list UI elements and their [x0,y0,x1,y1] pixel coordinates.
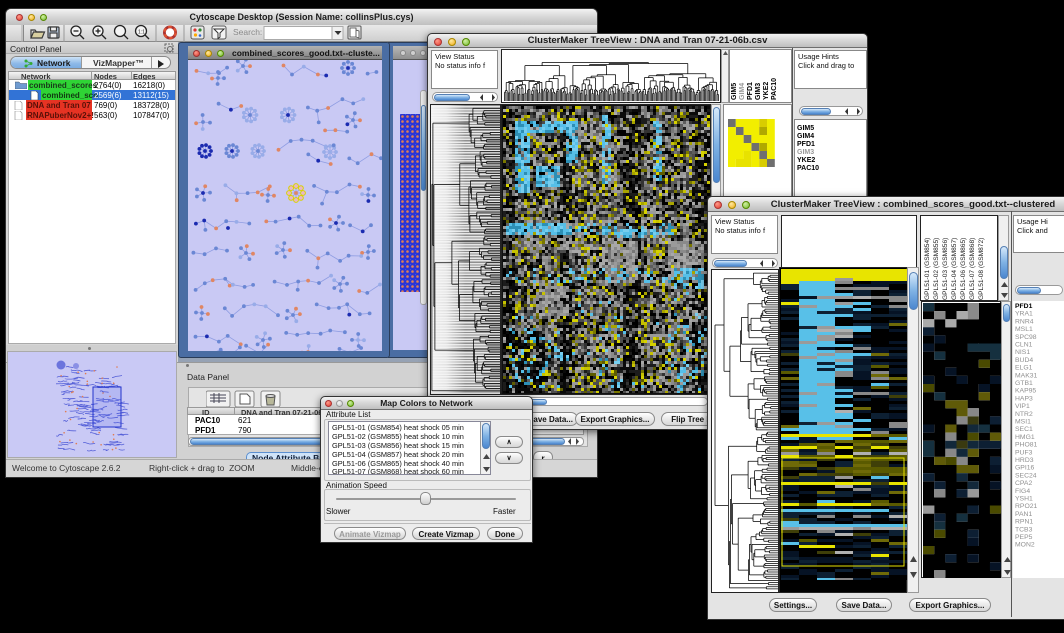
svg-text:KAP95: KAP95 [1015,388,1036,395]
svg-text:GPL51-08 (GSM872): GPL51-08 (GSM872) [978,238,985,300]
svg-text:CLN1: CLN1 [1015,342,1033,349]
svg-text:GIM4: GIM4 [797,133,814,140]
svg-text:MSI1: MSI1 [1015,419,1031,426]
svg-text:PEP5: PEP5 [1015,534,1033,541]
svg-text:GTB1: GTB1 [1015,380,1033,387]
svg-text:SPC98: SPC98 [1015,334,1037,341]
svg-text:GIM3: GIM3 [797,149,814,156]
svg-text:CPA2: CPA2 [1015,480,1032,487]
svg-text:RPN1: RPN1 [1015,519,1033,526]
svg-text:GIM5: GIM5 [797,125,814,132]
svg-text:HMG1: HMG1 [1015,434,1035,441]
svg-text:PUF3: PUF3 [1015,449,1033,456]
svg-text:TCB3: TCB3 [1015,526,1033,533]
svg-text:GIM3: GIM3 [755,83,762,100]
svg-text:PAC10: PAC10 [771,78,778,100]
svg-text:GPL51-02 (GSM855): GPL51-02 (GSM855) [933,238,940,300]
svg-text:MON2: MON2 [1015,542,1035,549]
svg-text:SEC1: SEC1 [1015,426,1033,433]
svg-text:NIS1: NIS1 [1015,349,1030,356]
svg-text:GPI16: GPI16 [1015,465,1034,472]
svg-text:GPL51-06 (GSM865): GPL51-06 (GSM865) [960,238,967,300]
svg-text:BUD4: BUD4 [1015,357,1033,364]
svg-text:PHO81: PHO81 [1015,442,1038,449]
svg-text:YKE2: YKE2 [763,82,770,100]
svg-text:PFD1: PFD1 [747,82,754,100]
svg-text:ELG1: ELG1 [1015,365,1033,372]
svg-text:GPL51-07 (GSM868): GPL51-07 (GSM868) [969,238,976,300]
svg-text:PFD1: PFD1 [1015,303,1033,310]
svg-text:HRD3: HRD3 [1015,457,1034,464]
svg-text:MSL1: MSL1 [1015,326,1033,333]
svg-text:YRA1: YRA1 [1015,311,1033,318]
svg-text:GIM4: GIM4 [739,83,746,100]
svg-text:HAP3: HAP3 [1015,395,1033,402]
svg-text:1:1: 1:1 [138,30,145,36]
svg-text:PAC10: PAC10 [797,165,819,172]
svg-text:YSH1: YSH1 [1015,496,1033,503]
svg-text:RPO21: RPO21 [1015,503,1038,510]
svg-text:RNR4: RNR4 [1015,318,1034,325]
svg-text:GPL51-01 (GSM854): GPL51-01 (GSM854) [924,238,931,300]
svg-text:GPL51-04 (GSM857): GPL51-04 (GSM857) [951,238,958,300]
svg-text:SEC24: SEC24 [1015,472,1037,479]
svg-text:PAN1: PAN1 [1015,511,1032,518]
svg-text:GIM5: GIM5 [731,83,738,100]
svg-text:MAK31: MAK31 [1015,372,1038,379]
svg-text:PFD1: PFD1 [797,141,815,148]
svg-text:Search:: Search: [233,27,262,37]
svg-text:GPL51-03 (GSM856): GPL51-03 (GSM856) [942,238,949,300]
svg-text:VIP1: VIP1 [1015,403,1030,410]
svg-text:FIG4: FIG4 [1015,488,1030,495]
svg-text:YKE2: YKE2 [797,157,815,164]
svg-text:NTR2: NTR2 [1015,411,1033,418]
